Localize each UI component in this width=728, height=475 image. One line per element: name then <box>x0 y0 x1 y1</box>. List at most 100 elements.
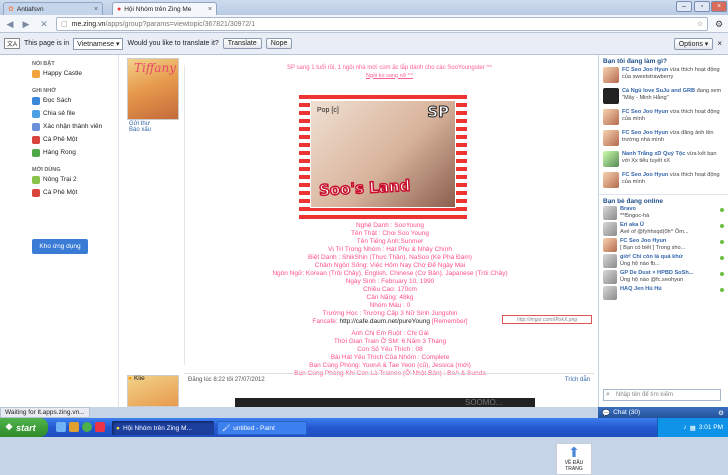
nav-item-ca-phe-mot[interactable]: Cà Phê Một <box>0 133 118 146</box>
image-url-stamp: http://imgur.com/IRxkX.png <box>502 315 592 324</box>
avatar <box>603 130 619 146</box>
activity-heading: Bạn tôi đang làm gì? <box>603 58 667 65</box>
online-friend[interactable]: giờ! Chỉ còn là quá khứ Ủng hộ nào fb... <box>599 253 728 269</box>
task-paint[interactable]: 🖌 untitled - Paint <box>217 421 307 435</box>
close-icon[interactable]: × <box>94 6 98 13</box>
nav-item-ca-phe-mot-2[interactable]: Cà Phê Một <box>0 186 118 199</box>
shop-icon <box>32 148 40 157</box>
friend-search-input[interactable]: ⌕ Nhập tên để tìm kiếm <box>603 389 721 401</box>
photo-label: Pop [c] <box>317 107 339 114</box>
activity-item[interactable]: FC Seo Joo Hyun vừa thích hoạt động của … <box>599 171 728 192</box>
online-friend[interactable]: Bravo **f5ngoc-hà <box>599 205 728 221</box>
url-path: /apps/group?params=viewtopic/367821/3097… <box>105 20 256 28</box>
system-tray: ♪ ▦ 3:01 PM <box>657 418 728 437</box>
profile-line: Châm Ngôn Sống: Việc Hôm Nay Chớ Để Ngày… <box>314 262 466 269</box>
activity-item[interactable]: FC Seo Joo Hyun vừa thích hoạt động của … <box>599 66 728 87</box>
minimize-icon[interactable]: – <box>676 1 692 12</box>
online-friend[interactable]: HAQ Jen Hú Hú <box>599 285 728 301</box>
online-friend[interactable]: Eri aka Ü Avé of @fyhhsqd(0h^ Ôm... <box>599 221 728 237</box>
avatar <box>603 151 619 167</box>
activity-item[interactable]: Cá Ngủ love SuJu and GRB đang xem "Mây -… <box>599 87 728 108</box>
avatar <box>603 109 619 125</box>
volume-icon[interactable]: ♪ <box>683 424 686 431</box>
avatar <box>603 67 619 83</box>
tab-antiafsvn[interactable]: ✿ Antiafsvn × <box>3 2 103 15</box>
profile-line: Tên Tiếng Anh:Sunmer <box>356 238 424 245</box>
photo-logo: Soo's Land <box>318 176 412 200</box>
profile-line: Biệt Danh : ShikShin (Thực Thần), NaSoo … <box>308 254 472 261</box>
post-image[interactable]: Pop [c] SP Soo's Land <box>310 100 456 208</box>
avatar <box>603 238 617 252</box>
url-host: me.zing.vn <box>71 20 106 28</box>
close-icon[interactable]: × <box>208 6 212 13</box>
profile-line: Cân Nặng: 48kg <box>366 294 414 301</box>
status-text: Waiting for lt.apps.zing.vn... <box>0 407 90 418</box>
nav-item-nong-trai[interactable]: Nông Trại 2 <box>0 173 118 186</box>
chat-icon: 💬 <box>602 409 611 417</box>
profile-line: Vị Trí Trong Nhóm : Hát Phụ & Nhảy Chính <box>328 246 452 253</box>
chrome-icon[interactable] <box>82 422 92 432</box>
translate-button[interactable]: Translate <box>222 38 262 49</box>
report-link[interactable]: Báo xấu <box>125 127 181 133</box>
options-button[interactable]: Options ▾ <box>673 37 714 50</box>
profile-block: Nghệ Danh : SooYoung Tên Thật : Choi Soo… <box>185 222 595 378</box>
desktop-icon[interactable] <box>56 422 66 432</box>
avatar[interactable]: Tiffany <box>127 58 179 120</box>
page-icon: ▢ <box>61 21 68 28</box>
tab-label: Antiafsvn <box>16 5 44 13</box>
search-icon: ⌕ <box>606 391 610 398</box>
star-icon[interactable]: ☆ <box>697 20 703 28</box>
tab-favicon-icon: ● <box>117 5 122 13</box>
online-friend[interactable]: FC Seo Joo Hyun[ Bạn có biết ] Trong sho… <box>599 237 728 253</box>
reload-icon[interactable]: ✕ <box>38 18 50 30</box>
start-button[interactable]: ❖ start <box>0 418 48 437</box>
tab-label: Hội Nhóm trên Zing Me <box>124 5 192 13</box>
network-icon[interactable]: ▦ <box>690 424 696 432</box>
browser-toolbar: ◀ ▶ ✕ ▢ me.zing.vn/apps/group?params=vie… <box>0 15 728 33</box>
task-zing-me[interactable]: ● Hội Nhóm trên Zing M... <box>112 421 214 435</box>
close-icon[interactable]: × <box>717 39 722 48</box>
profile-line: Tên Thật : Choi Soo Young <box>351 230 429 237</box>
profile-line: Thời Gian Train Ở SM: 6 Năm 3 Tháng <box>333 338 447 345</box>
nav-item-doc-sach[interactable]: Đọc Sách <box>0 94 118 107</box>
clock[interactable]: 3:01 PM <box>699 424 723 431</box>
app-store-button[interactable]: Kho ứng dụng <box>32 239 88 254</box>
castle-icon <box>32 69 40 78</box>
nope-button[interactable]: Nope <box>265 38 293 49</box>
address-bar[interactable]: ▢ me.zing.vn/apps/group?params=viewtopic… <box>56 17 708 31</box>
nav-item-happy-castle[interactable]: Happy Castle <box>0 67 118 80</box>
photo-sp-logo: SP <box>427 103 450 122</box>
online-dot-icon <box>720 288 724 292</box>
user-icon: ● <box>128 375 132 382</box>
nav-item-chia-se-file[interactable]: Chia sẻ file <box>0 107 118 120</box>
close-window-icon[interactable]: × <box>711 1 727 12</box>
explorer-icon[interactable] <box>69 422 79 432</box>
profile-line: Anh Chị Em Ruột : Chị Gái <box>351 330 429 337</box>
nav-item-hang-rong[interactable]: Hàng Rong <box>0 146 118 159</box>
nav-item-xac-nhan[interactable]: Xác nhận thành viên <box>0 120 118 133</box>
post-date: Đăng lúc 8:22 tối 27/07/2012 <box>188 376 265 383</box>
activity-item[interactable]: Nanh Trắng xD Quý Tộc vừa kết bạn với Xx… <box>599 150 728 171</box>
chat-bar[interactable]: 💬 Chat (30) ⚙ <box>598 407 728 418</box>
wrench-icon[interactable]: ⚙ <box>713 18 725 30</box>
back-to-top-button[interactable]: ⬆ VỀ ĐẦU TRANG <box>556 443 592 475</box>
maximize-icon[interactable]: ▫ <box>694 1 710 12</box>
language-select[interactable]: Vietnamese ▾ <box>73 37 124 50</box>
online-friend[interactable]: GP De Dust × HPBD SoSh... Ủng hộ nào @fc.… <box>599 269 728 285</box>
avatar <box>603 286 617 300</box>
activity-item[interactable]: FC Seo Joo Hyun vừa đăng ảnh lên trường … <box>599 129 728 150</box>
chat-settings-icon[interactable]: ⚙ <box>718 409 724 417</box>
forward-icon[interactable]: ▶ <box>20 18 32 30</box>
post-image-frame: Pop [c] SP Soo's Land <box>299 91 467 219</box>
back-to-top-label: VỀ ĐẦU TRANG <box>564 460 584 472</box>
back-icon[interactable]: ◀ <box>4 18 16 30</box>
fancafe-link[interactable]: http://cafe.daum.net/pureYoung <box>340 318 430 325</box>
tab-zing-me[interactable]: ● Hội Nhóm trên Zing Me × <box>112 2 217 15</box>
farm-icon <box>32 175 40 184</box>
activity-item[interactable]: FC Seo Joo Hyun vừa thích hoạt động của … <box>599 108 728 129</box>
profile-line: Nghệ Danh : SooYoung <box>355 222 425 229</box>
app-icon[interactable] <box>95 422 105 432</box>
post-meta: Đăng lúc 8:22 tối 27/07/2012 Trích dẫn <box>184 373 594 385</box>
next-post-user[interactable]: ● Klie <box>128 375 145 382</box>
quote-link[interactable]: Trích dẫn <box>565 377 590 383</box>
